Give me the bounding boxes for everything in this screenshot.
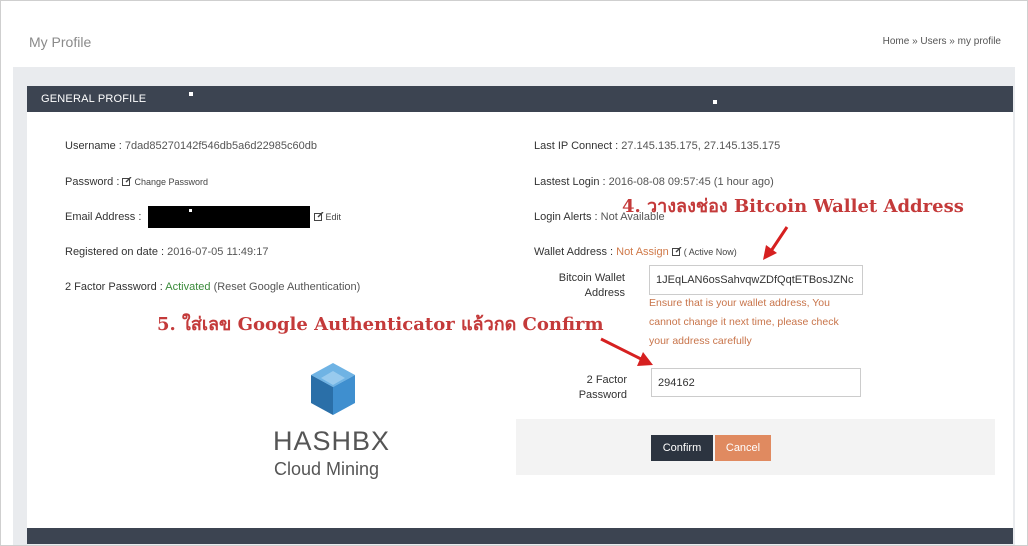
password-label: Password : (65, 176, 123, 188)
page-header: My Profile Home » Users » my profile (1, 1, 1027, 67)
login-alerts-label: Login Alerts : (534, 211, 601, 223)
two-factor-password-label-line1: 2 Factor (586, 374, 627, 386)
edit-email-label: Edit (325, 211, 342, 222)
panel-title: GENERAL PROFILE (41, 93, 147, 105)
email-row: Email Address : Edit (65, 206, 341, 228)
annotation-step-4: 4. วางลงช่อง Bitcoin Wallet Address (622, 196, 964, 217)
logo-subtitle: Cloud Mining (274, 459, 380, 479)
wallet-edit-link[interactable]: ( Active Now) (671, 246, 737, 258)
last-ip-label: Last IP Connect : (534, 140, 622, 152)
artifact-dot (189, 92, 193, 96)
cancel-button[interactable]: Cancel (715, 435, 771, 461)
wallet-address-label: Wallet Address : (534, 246, 617, 258)
email-label: Email Address : (65, 210, 145, 223)
two-factor-password-label-line2: Password (578, 389, 627, 401)
two-factor-status: Activated (165, 281, 211, 293)
arrow-to-two-factor-icon (600, 337, 653, 366)
two-factor-label: 2 Factor Password : (65, 281, 166, 293)
registered-row: Registered on date : 2016-07-05 11:49:17 (65, 246, 268, 258)
wallet-active-label: ( Active Now) (683, 247, 737, 257)
artifact-dot (189, 209, 192, 212)
redacted-email (148, 206, 311, 228)
last-login-value: 2016-08-08 09:57:45 (1 hour ago) (608, 176, 774, 188)
screenshot-frame: My Profile Home » Users » my profile GEN… (0, 0, 1028, 546)
registered-label: Registered on date : (65, 246, 168, 258)
hashbx-cube-logo-icon (311, 363, 355, 415)
password-row: Password : Change Password (65, 176, 208, 188)
two-factor-password-label: 2 Factor Password (531, 373, 627, 403)
wallet-warning: Ensure that is your wallet address, You … (649, 294, 839, 351)
form-actions: Confirm Cancel (516, 419, 995, 475)
bitcoin-wallet-label-line2: Address (584, 287, 625, 299)
bitcoin-wallet-label: Bitcoin Wallet Address (531, 271, 625, 301)
last-ip-row: Last IP Connect : 27.145.135.175, 27.145… (534, 140, 780, 152)
edit-icon (122, 177, 132, 186)
bitcoin-wallet-label-line1: Bitcoin Wallet (558, 272, 625, 284)
bottom-bar (27, 528, 1013, 544)
panel-header: GENERAL PROFILE (27, 86, 1013, 112)
username-label: Username : (65, 140, 125, 152)
edit-email-link[interactable]: Edit (313, 211, 342, 223)
two-factor-row: 2 Factor Password : Activated (Reset Goo… (65, 281, 360, 293)
breadcrumb[interactable]: Home » Users » my profile (883, 36, 1001, 47)
registered-value: 2016-07-05 11:49:17 (167, 246, 269, 258)
two-factor-password-input[interactable]: 294162 (651, 368, 861, 397)
last-login-row: Lastest Login : 2016-08-08 09:57:45 (1 h… (534, 176, 774, 188)
change-password-label: Change Password (134, 177, 209, 187)
edit-icon (313, 211, 324, 221)
logo-name: HASHBX (273, 426, 391, 456)
change-password-link[interactable]: Change Password (122, 176, 208, 188)
last-ip-value: 27.145.135.175, 27.145.135.175 (621, 140, 781, 152)
wallet-warning-line1: Ensure that is your wallet address, You (649, 297, 830, 309)
arrow-to-wallet-icon (763, 226, 789, 260)
username-value: 7dad85270142f546db5a6d22985c60db (124, 140, 318, 152)
wallet-warning-line2: cannot change it next time, please check (649, 316, 839, 328)
bitcoin-wallet-input[interactable]: 1JEqLAN6osSahvqwZDfQqtETBosJZNc (649, 265, 863, 295)
artifact-dot (713, 100, 717, 104)
reset-google-auth-link[interactable]: (Reset Google Authentication) (211, 281, 361, 293)
wallet-address-row: Wallet Address : Not Assign ( Active Now… (534, 246, 737, 258)
page-title: My Profile (29, 34, 92, 50)
last-login-label: Lastest Login : (534, 176, 609, 188)
wallet-warning-line3: your address carefully (649, 335, 752, 347)
annotation-step-5: 5. ใส่เลข Google Authenticator แล้วกด Co… (157, 314, 604, 335)
wallet-status: Not Assign (616, 246, 669, 258)
edit-icon (671, 247, 682, 256)
confirm-button[interactable]: Confirm (651, 435, 713, 461)
username-row: Username : 7dad85270142f546db5a6d22985c6… (65, 140, 317, 152)
